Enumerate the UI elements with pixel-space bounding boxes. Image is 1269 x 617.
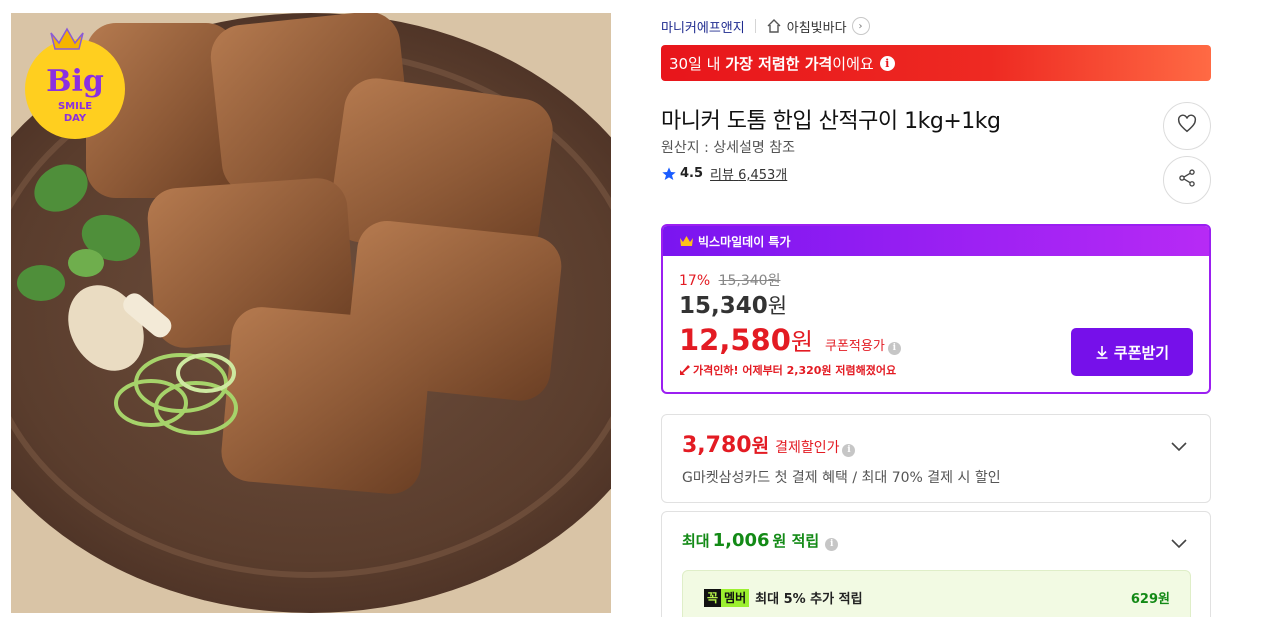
store-link[interactable]: 아침빛바다 <box>787 17 847 36</box>
info-icon[interactable]: i <box>842 443 856 457</box>
member-benefit-box: 꼭 멤버 최대 5% 추가 적립 629원 <box>682 570 1191 617</box>
member-row: 꼭 멤버 최대 5% 추가 적립 <box>704 588 863 607</box>
coupon-price: 12,580원 <box>679 322 813 357</box>
seller-row: 마니커에프앤지 아침빛바다 › <box>661 15 870 37</box>
seller-link[interactable]: 마니커에프앤지 <box>661 17 745 36</box>
info-icon[interactable]: i <box>825 537 839 551</box>
member-badge-a: 꼭 <box>704 588 722 607</box>
download-icon <box>1095 345 1109 359</box>
heart-icon <box>1176 113 1198 139</box>
badge-line2: DAY <box>64 113 87 124</box>
member-badge: 꼭 멤버 <box>704 588 750 607</box>
chevron-down-icon[interactable] <box>1170 534 1188 552</box>
share-button[interactable] <box>1163 156 1211 204</box>
payment-price-label: 결제할인가 <box>775 440 840 456</box>
arrow-down-icon <box>679 364 691 376</box>
sale-price: 15,340원 <box>679 290 787 320</box>
rating-score: 4.5 <box>680 166 704 181</box>
deal-header: 빅스마일데이 특가 <box>663 226 1209 256</box>
product-title: 마니커 도톰 한입 산적구이 1kg+1kg <box>661 109 1001 134</box>
points-card[interactable]: 최대 1,006 원 적립 i 꼭 멤버 최대 5% 추가 적립 629원 <box>661 511 1211 617</box>
sale-price-unit: 원 <box>767 294 788 318</box>
coupon-price-unit: 원 <box>790 328 814 356</box>
payment-price: 3,780원 <box>682 431 769 458</box>
coupon-price-value: 12,580 <box>679 323 791 357</box>
points-row: 최대 1,006 원 적립 i <box>682 530 839 551</box>
payment-description: G마켓삼성카드 첫 결제 혜택 / 최대 70% 결제 시 할인 <box>682 470 1001 486</box>
lowest-price-banner: 30일 내 가장 저렴한 가격 이에요 i <box>661 45 1211 81</box>
deal-header-label: 빅스마일데이 특가 <box>698 234 791 249</box>
coupon-price-row: 12,580원 쿠폰적용가 i <box>679 322 901 357</box>
chevron-right-icon[interactable]: › <box>851 17 870 35</box>
deal-card: 빅스마일데이 특가 17% 15,340원 15,340원 12,580원 쿠폰… <box>661 224 1211 394</box>
badge-line1: SMILE <box>58 101 92 112</box>
review-count: 6,453개 <box>738 168 788 183</box>
product-origin: 원산지 : 상세설명 참조 <box>661 140 795 156</box>
member-points: 629원 <box>1130 592 1170 607</box>
price-drop-notice: 가격인하! 어제부터 2,320원 저렴해졌어요 <box>679 362 896 378</box>
payment-price-value: 3,780 <box>682 433 752 458</box>
product-image: Big SMILE DAY <box>11 13 611 613</box>
download-coupon-button[interactable]: 쿠폰받기 <box>1071 328 1193 376</box>
banner-prefix: 30일 내 <box>669 54 721 73</box>
badge-big-text: Big <box>46 64 104 99</box>
discount-rate: 17% <box>679 273 711 289</box>
points-suffix: 원 적립 <box>772 532 820 550</box>
review-label: 리뷰 <box>710 168 734 183</box>
review-link[interactable]: 리뷰 6,453개 <box>710 164 787 183</box>
info-icon[interactable]: i <box>879 55 895 71</box>
coupon-price-label: 쿠폰적용가 <box>825 339 885 354</box>
product-photo: Big SMILE DAY <box>11 13 611 613</box>
banner-highlight: 가장 저렴한 가격 <box>725 54 833 73</box>
coupon-button-label: 쿠폰받기 <box>1113 343 1170 362</box>
member-badge-b: 멤버 <box>721 588 750 607</box>
payment-price-unit: 원 <box>751 435 770 457</box>
wishlist-button[interactable] <box>1163 102 1211 150</box>
price-drop-text: 가격인하! 어제부터 2,320원 저렴해졌어요 <box>693 364 897 377</box>
rating-row: 4.5 리뷰 6,453개 <box>661 164 787 183</box>
payment-price-row: 3,780원 결제할인가 i <box>682 431 856 458</box>
share-icon <box>1177 168 1197 192</box>
payment-discount-card[interactable]: 3,780원 결제할인가 i G마켓삼성카드 첫 결제 혜택 / 최대 70% … <box>661 414 1211 503</box>
original-price: 15,340원 <box>718 273 781 289</box>
divider <box>754 19 756 33</box>
sale-price-value: 15,340 <box>679 293 768 319</box>
info-icon[interactable]: i <box>887 341 901 355</box>
banner-suffix: 이에요 <box>832 54 874 73</box>
chevron-down-icon[interactable] <box>1170 437 1188 455</box>
crown-icon <box>679 235 694 247</box>
points-amount: 1,006 <box>712 530 770 551</box>
discount-row: 17% 15,340원 <box>679 270 780 290</box>
points-prefix: 최대 <box>682 532 710 550</box>
member-benefit-text: 최대 5% 추가 적립 <box>755 592 863 607</box>
star-icon <box>661 166 677 182</box>
home-icon <box>766 18 782 34</box>
